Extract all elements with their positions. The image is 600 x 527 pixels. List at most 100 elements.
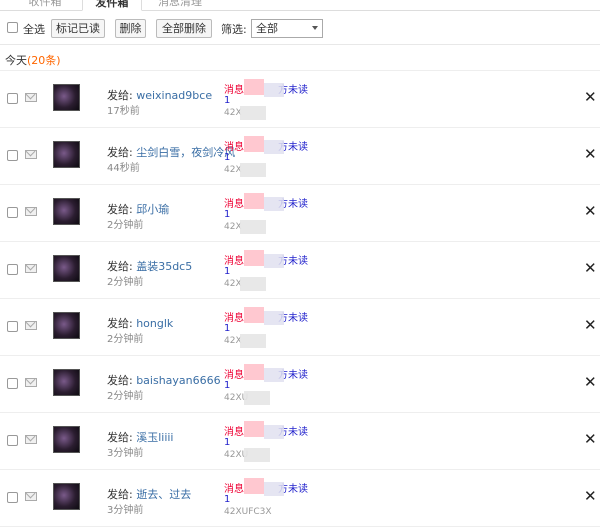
message-line-2: 1 [224,437,231,448]
redaction-blur [264,254,284,268]
section-count: (20条) [27,54,61,67]
message-code: 42X [224,279,242,289]
list-item[interactable]: 发给: 尘剑白雪，夜剑冷风 44秒前 消息 方未读 1 42X ✕ [0,128,600,185]
avatar[interactable] [53,426,80,453]
envelope-icon [25,93,37,102]
recipient-link[interactable]: 盖装35dc5 [136,260,192,273]
avatar[interactable] [53,141,80,168]
toolbar: 全选 标记已读 删除 全部删除 筛选: 全部 [0,10,600,45]
row-checkbox[interactable] [7,207,18,218]
avatar[interactable] [53,369,80,396]
message-code: 42X [224,336,242,346]
to-prefix: 发给: [107,431,137,444]
envelope-icon [25,150,37,159]
row-checkbox[interactable] [7,150,18,161]
recipient: 发给: honglk [107,315,173,331]
filter-value: 全部 [256,22,278,35]
section-title: 今天 [5,54,27,67]
recipient: 发给: 尘剑白雪，夜剑冷风 [107,144,235,160]
envelope-icon [25,207,37,216]
delete-icon[interactable]: ✕ [584,375,597,390]
redaction-blur [264,482,284,496]
list-item[interactable]: 发给: 邱小瑜 2分钟前 消息 方未读 1 42X ✕ [0,185,600,242]
filter-select[interactable]: 全部 [251,19,323,38]
sent-time: 2分钟前 [107,334,144,345]
sent-time: 2分钟前 [107,220,144,231]
sent-time: 44秒前 [107,163,140,174]
avatar[interactable] [53,312,80,339]
to-prefix: 发给: [107,260,137,273]
delete-icon[interactable]: ✕ [584,261,597,276]
avatar[interactable] [53,84,80,111]
avatar[interactable] [53,483,80,510]
tab-message-cleanup[interactable]: 消息清理 [152,0,208,9]
recipient: 发给: weixinad9bce [107,87,212,103]
sent-time: 2分钟前 [107,391,144,402]
delete-icon[interactable]: ✕ [584,318,597,333]
delete-icon[interactable]: ✕ [584,432,597,447]
redaction-blur [240,220,266,234]
delete-icon[interactable]: ✕ [584,204,597,219]
list-item[interactable]: 发给: weixinad9bce 17秒前 消息 方未读 1 42X ✕ [0,71,600,128]
redaction-blur [244,79,264,95]
to-prefix: 发给: [107,89,137,102]
delete-button[interactable]: 删除 [115,19,146,38]
row-checkbox[interactable] [7,492,18,503]
row-checkbox[interactable] [7,378,18,389]
redaction-blur [264,425,284,439]
recipient-link[interactable]: baishayan6666 [136,374,220,387]
recipient-link[interactable]: 尘剑白雪，夜剑冷风 [136,146,235,159]
redaction-blur [240,334,266,348]
recipient: 发给: 逝去、过去 [107,486,191,502]
envelope-icon [25,264,37,273]
row-checkbox[interactable] [7,93,18,104]
redaction-blur [264,197,284,211]
message-code: 42X [224,108,242,118]
redaction-blur [244,136,264,152]
to-prefix: 发给: [107,146,137,159]
redaction-blur [244,364,264,380]
select-all-checkbox[interactable] [7,22,18,33]
list-item[interactable]: 发给: honglk 2分钟前 消息 方未读 1 42X ✕ [0,299,600,356]
row-checkbox[interactable] [7,264,18,275]
delete-all-button[interactable]: 全部删除 [156,19,212,38]
row-checkbox[interactable] [7,321,18,332]
section-header: 今天(20条) [5,52,61,68]
avatar[interactable] [53,255,80,282]
message-line-2: 1 [224,209,231,220]
mark-read-button[interactable]: 标记已读 [51,19,105,38]
redaction-blur [240,163,266,177]
envelope-icon [25,321,37,330]
redaction-blur [264,83,284,97]
redaction-blur [244,307,264,323]
message-line-2: 1 [224,266,231,277]
recipient: 发给: baishayan6666 [107,372,221,388]
delete-icon[interactable]: ✕ [584,147,597,162]
recipient-link[interactable]: weixinad9bce [136,89,212,102]
redaction-blur [240,106,266,120]
avatar[interactable] [53,198,80,225]
row-checkbox[interactable] [7,435,18,446]
message-line-2: 1 [224,380,231,391]
to-prefix: 发给: [107,203,137,216]
redaction-blur [244,391,270,405]
message-code: 42XUFC3X [224,507,272,517]
recipient-link[interactable]: 邱小瑜 [136,203,169,216]
recipient-link[interactable]: 逝去、过去 [136,488,191,501]
redaction-blur [244,478,264,494]
list-item[interactable]: 发给: 盖装35dc5 2分钟前 消息 方未读 1 42X ✕ [0,242,600,299]
list-item[interactable]: 发给: baishayan6666 2分钟前 消息 方未读 1 42XU ✕ [0,356,600,413]
recipient-link[interactable]: 溪玉liiii [136,431,173,444]
tab-inbox[interactable]: 收件箱 [20,0,70,9]
delete-icon[interactable]: ✕ [584,90,597,105]
envelope-icon [25,435,37,444]
delete-icon[interactable]: ✕ [584,489,597,504]
to-prefix: 发给: [107,374,137,387]
list-item[interactable]: 发给: 逝去、过去 3分钟前 消息 方未读 1 42XUFC3X ✕ [0,470,600,527]
recipient-link[interactable]: honglk [136,317,173,330]
filter-label: 筛选: [221,23,247,36]
sent-time: 17秒前 [107,106,140,117]
message-code: 42X [224,165,242,175]
list-item[interactable]: 发给: 溪玉liiii 3分钟前 消息 方未读 1 42XU ✕ [0,413,600,470]
select-all-label: 全选 [23,23,45,36]
